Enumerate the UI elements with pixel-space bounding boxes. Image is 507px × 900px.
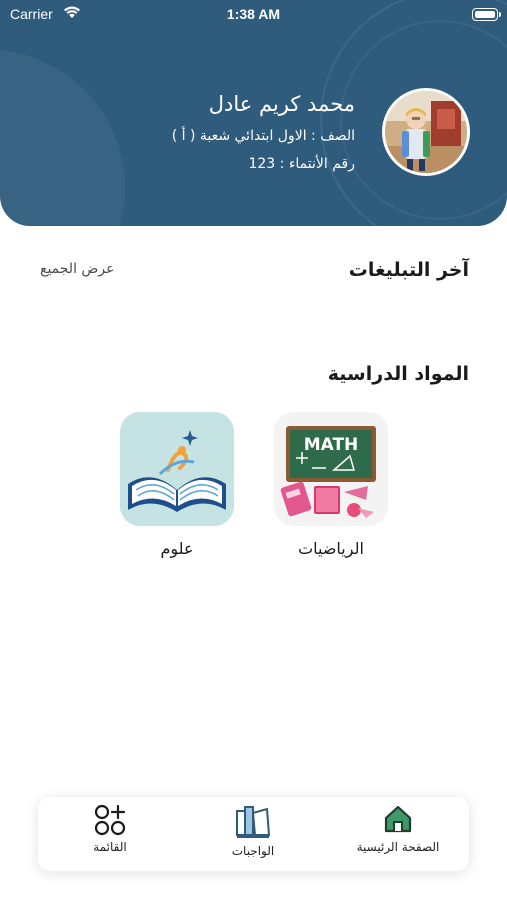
student-photo [385,91,467,173]
clock: 1:38 AM [226,6,281,22]
math-board-image: MATH [274,412,388,526]
nav-menu[interactable]: القائمة [68,797,152,871]
battery-icon [472,8,501,21]
view-all-link[interactable]: عرض الجميع [40,261,114,277]
nav-home[interactable]: الصفحة الرئيسية [333,797,463,871]
nav-homework[interactable]: الواجبات [193,797,313,871]
student-id: رقم الأنتماء : 123 [248,156,355,172]
nav-homework-label: الواجبات [231,844,275,858]
nav-menu-label: القائمة [93,840,127,854]
bottom-navigation: الصفحة الرئيسية الواجبات القائمة [38,797,469,871]
status-bar: Carrier 1:38 AM [0,0,507,30]
header-decoration [0,50,125,226]
subjects-title: المواد الدراسية [327,363,469,385]
subject-card-math[interactable]: MATH [274,412,388,526]
home-icon [384,805,412,833]
nav-home-label: الصفحة الرئيسية [356,840,440,854]
subject-label-science[interactable]: علوم [120,539,234,558]
math-board-text: MATH [304,435,359,455]
books-icon [236,806,271,838]
open-book-image [120,412,234,526]
announcements-title: آخر التبليغات [348,259,469,281]
subject-card-science[interactable] [120,412,234,526]
student-name: محمد كريم عادل [208,92,355,116]
subject-label-math[interactable]: الرياضيات [274,539,388,558]
grid-plus-icon [94,804,126,836]
avatar[interactable] [382,88,470,176]
student-class: الصف : الاول ابتدائي شعبة ( أ ) [171,128,355,144]
profile-header: Carrier 1:38 AM محمد كريم عادل الصف : ال… [0,0,507,226]
